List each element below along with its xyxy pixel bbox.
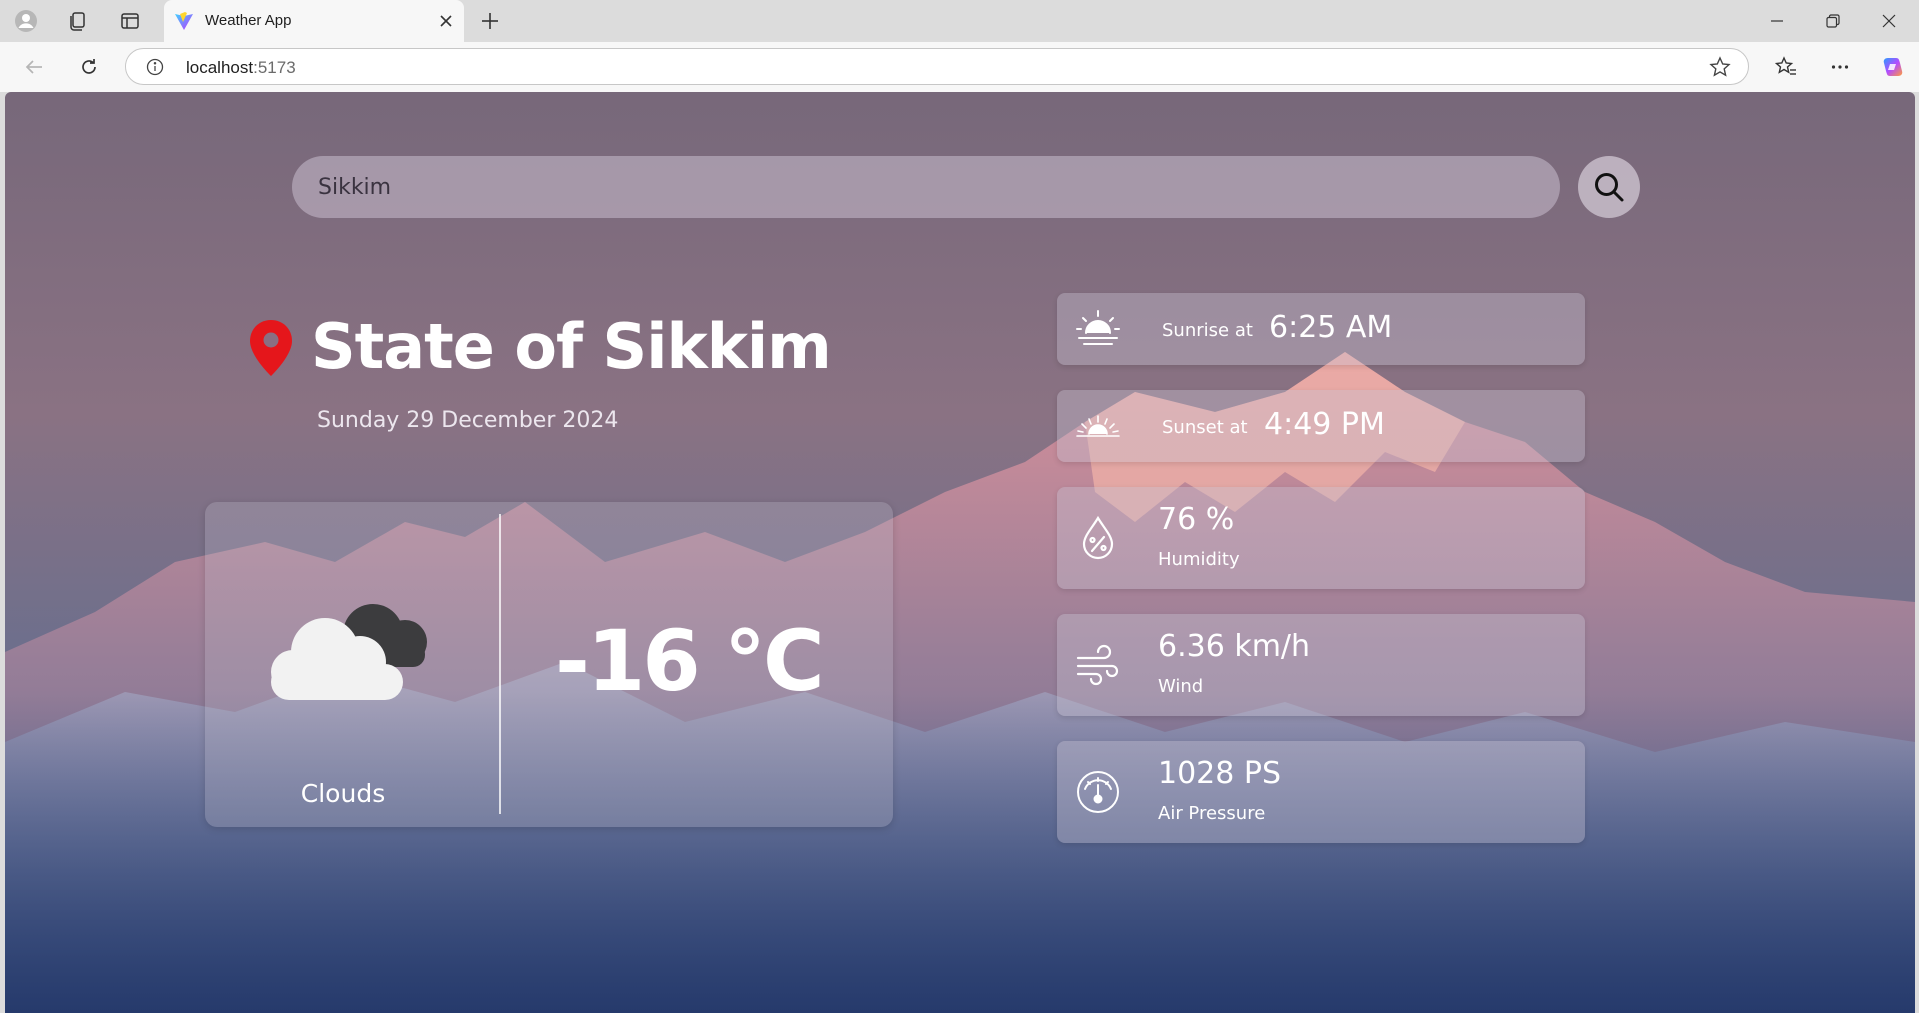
temperature: -16 °C xyxy=(555,612,825,710)
sunrise-icon xyxy=(1075,306,1121,352)
copilot-icon[interactable] xyxy=(1881,55,1905,79)
favorite-star-icon[interactable] xyxy=(1709,56,1731,78)
address-bar: localhost:5173 xyxy=(0,42,1919,92)
vite-logo-icon xyxy=(174,11,194,31)
sunset-icon xyxy=(1075,403,1121,449)
humidity-drop-icon xyxy=(1075,515,1121,561)
pressure-value: 1028 PS xyxy=(1158,756,1282,791)
tab-title: Weather App xyxy=(205,12,292,29)
sunset-label: Sunset at xyxy=(1162,417,1248,438)
weather-condition: Clouds xyxy=(300,779,386,808)
current-weather-card: Clouds -16 °C xyxy=(205,502,893,827)
sunrise-card: Sunrise at 6:25 AM xyxy=(1057,293,1585,365)
browser-tab-bar: Weather App xyxy=(0,0,1919,42)
weather-app-page: State of Sikkim Sunday 29 December 2024 xyxy=(5,92,1915,1013)
city-name: State of Sikkim xyxy=(311,310,832,383)
more-options-icon[interactable] xyxy=(1828,55,1852,79)
sunrise-time: 6:25 AM xyxy=(1269,310,1393,345)
restore-icon[interactable] xyxy=(1810,6,1856,36)
refresh-icon[interactable] xyxy=(77,55,101,79)
tab-weather-app[interactable]: Weather App xyxy=(164,0,464,42)
cloud-icon xyxy=(255,582,435,702)
site-info-icon[interactable] xyxy=(146,58,164,76)
close-window-icon[interactable] xyxy=(1866,6,1912,36)
tab-actions-icon[interactable] xyxy=(118,9,142,33)
favorites-icon[interactable] xyxy=(1774,55,1798,79)
humidity-label: Humidity xyxy=(1158,549,1240,570)
sunrise-label: Sunrise at xyxy=(1162,320,1253,341)
sunset-time: 4:49 PM xyxy=(1264,407,1385,442)
pressure-label: Air Pressure xyxy=(1158,803,1266,824)
wind-icon xyxy=(1075,642,1121,688)
search-input[interactable] xyxy=(292,156,1560,218)
profile-icon[interactable] xyxy=(14,9,38,33)
wind-label: Wind xyxy=(1158,676,1204,697)
current-date: Sunday 29 December 2024 xyxy=(317,408,619,433)
back-icon[interactable] xyxy=(22,55,46,79)
close-tab-icon[interactable] xyxy=(434,9,458,33)
gauge-icon xyxy=(1075,769,1121,815)
card-divider xyxy=(499,514,501,814)
url-text: localhost:5173 xyxy=(186,58,296,77)
sunset-card: Sunset at 4:49 PM xyxy=(1057,390,1585,462)
air-pressure-card: 1028 PS Air Pressure xyxy=(1057,741,1585,843)
search-button[interactable] xyxy=(1578,156,1640,218)
new-tab-icon[interactable] xyxy=(478,9,502,33)
wind-value: 6.36 km/h xyxy=(1158,629,1311,664)
minimize-icon[interactable] xyxy=(1754,6,1800,36)
collections-icon[interactable] xyxy=(66,9,90,33)
wind-card: 6.36 km/h Wind xyxy=(1057,614,1585,716)
search-icon xyxy=(1593,171,1625,203)
humidity-card: 76 % Humidity xyxy=(1057,487,1585,589)
humidity-value: 76 % xyxy=(1158,502,1235,537)
map-pin-icon xyxy=(248,319,294,377)
url-field[interactable]: localhost:5173 xyxy=(125,48,1749,85)
